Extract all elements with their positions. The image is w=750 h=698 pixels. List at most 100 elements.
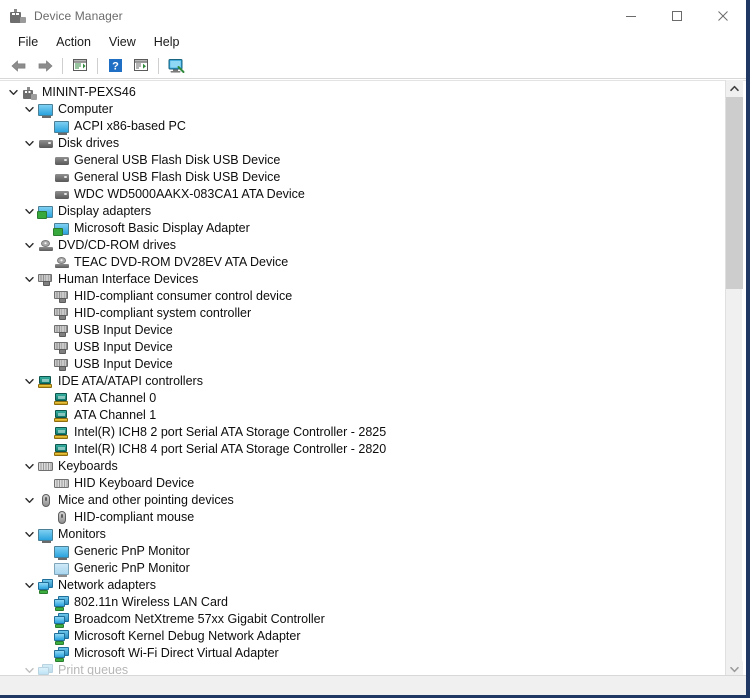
- scan-hardware-button[interactable]: [163, 55, 189, 77]
- close-button[interactable]: [700, 0, 746, 31]
- tree-node-label: Microsoft Basic Display Adapter: [74, 221, 250, 235]
- hid-icon: [53, 305, 70, 322]
- chevron-down-icon[interactable]: [22, 237, 37, 254]
- tree-device-node[interactable]: USB Input Device: [0, 322, 716, 339]
- chevron-down-icon[interactable]: [22, 526, 37, 543]
- tree-root-node[interactable]: MININT-PEXS46: [0, 84, 716, 101]
- tree-category-node[interactable]: Human Interface Devices: [0, 271, 716, 288]
- status-bar: [0, 675, 746, 695]
- disk-drive-icon: [37, 135, 54, 152]
- tree-node-label: Network adapters: [58, 578, 156, 592]
- tree-device-node[interactable]: Microsoft Wi-Fi Direct Virtual Adapter: [0, 645, 716, 662]
- tree-device-node[interactable]: General USB Flash Disk USB Device: [0, 152, 716, 169]
- tree-device-node[interactable]: HID-compliant consumer control device: [0, 288, 716, 305]
- tree-node-label: Intel(R) ICH8 2 port Serial ATA Storage …: [74, 425, 387, 439]
- scrollbar-thumb[interactable]: [726, 97, 743, 289]
- tree-category-node[interactable]: Monitors: [0, 526, 716, 543]
- tree-device-node[interactable]: USB Input Device: [0, 356, 716, 373]
- tree-device-node[interactable]: General USB Flash Disk USB Device: [0, 169, 716, 186]
- hid-icon: [53, 322, 70, 339]
- tree-node-label: General USB Flash Disk USB Device: [74, 170, 281, 184]
- hid-icon: [37, 271, 54, 288]
- dvd-drive-icon: [37, 237, 54, 254]
- chevron-down-icon[interactable]: [22, 373, 37, 390]
- tree-device-node[interactable]: TEAC DVD-ROM DV28EV ATA Device: [0, 254, 716, 271]
- tree-node-label: DVD/CD-ROM drives: [58, 238, 177, 252]
- vertical-scrollbar[interactable]: [725, 80, 743, 678]
- tree-device-node[interactable]: Intel(R) ICH8 4 port Serial ATA Storage …: [0, 441, 716, 458]
- tree-category-node[interactable]: IDE ATA/ATAPI controllers: [0, 373, 716, 390]
- ide-controller-icon: [53, 407, 70, 424]
- tree-device-node[interactable]: ACPI x86-based PC: [0, 118, 716, 135]
- tree-node-label: 802.11n Wireless LAN Card: [74, 595, 229, 609]
- tree-device-node[interactable]: Generic PnP Monitor: [0, 560, 716, 577]
- tree-node-label: Microsoft Wi-Fi Direct Virtual Adapter: [74, 646, 279, 660]
- back-button[interactable]: [6, 55, 32, 77]
- tree-category-node[interactable]: Mice and other pointing devices: [0, 492, 716, 509]
- tree-node-label: USB Input Device: [74, 340, 173, 354]
- tree-category-node[interactable]: Computer: [0, 101, 716, 118]
- chevron-down-icon[interactable]: [22, 577, 37, 594]
- tree-node-label: General USB Flash Disk USB Device: [74, 153, 281, 167]
- tree-device-node[interactable]: HID-compliant mouse: [0, 509, 716, 526]
- tree-node-label: HID-compliant mouse: [74, 510, 195, 524]
- minimize-button[interactable]: [608, 0, 654, 31]
- title-bar: Device Manager: [0, 0, 746, 31]
- tree-node-label: Computer: [58, 102, 113, 116]
- mouse-icon: [53, 509, 70, 526]
- tree-node-label: Monitors: [58, 527, 106, 541]
- tree-category-node[interactable]: Network adapters: [0, 577, 716, 594]
- properties-button[interactable]: [67, 55, 93, 77]
- window-title: Device Manager: [34, 8, 123, 23]
- svg-text:?: ?: [112, 61, 119, 73]
- scrollbar-track[interactable]: [726, 289, 742, 661]
- chevron-down-icon[interactable]: [22, 458, 37, 475]
- tree-device-node[interactable]: ATA Channel 0: [0, 390, 716, 407]
- keyboard-icon: [53, 475, 70, 492]
- mouse-icon: [37, 492, 54, 509]
- menu-item-file[interactable]: File: [9, 33, 47, 52]
- update-driver-button[interactable]: [128, 55, 154, 77]
- tree-device-node[interactable]: USB Input Device: [0, 339, 716, 356]
- toolbar-separator: [62, 57, 63, 74]
- tree-device-node[interactable]: ATA Channel 1: [0, 407, 716, 424]
- dvd-drive-icon: [53, 254, 70, 271]
- chevron-down-icon[interactable]: [22, 135, 37, 152]
- tree-device-node[interactable]: HID Keyboard Device: [0, 475, 716, 492]
- tree-category-node[interactable]: Display adapters: [0, 203, 716, 220]
- chevron-down-icon[interactable]: [6, 84, 21, 101]
- tree-device-node[interactable]: 802.11n Wireless LAN Card: [0, 594, 716, 611]
- menu-item-help[interactable]: Help: [145, 33, 189, 52]
- disk-drive-icon: [53, 152, 70, 169]
- device-tree[interactable]: MININT-PEXS46 Computer ACPI x86-based PC Di…: [0, 84, 716, 678]
- network-adapter-icon: [53, 611, 70, 628]
- hid-icon: [53, 339, 70, 356]
- tree-category-node[interactable]: Disk drives: [0, 135, 716, 152]
- help-button[interactable]: ?: [102, 55, 128, 77]
- tree-device-node[interactable]: HID-compliant system controller: [0, 305, 716, 322]
- chevron-down-icon[interactable]: [22, 492, 37, 509]
- monitor-icon: [53, 543, 70, 560]
- ide-controller-icon: [53, 390, 70, 407]
- chevron-down-icon[interactable]: [22, 271, 37, 288]
- tree-device-node[interactable]: Intel(R) ICH8 2 port Serial ATA Storage …: [0, 424, 716, 441]
- tree-device-node[interactable]: Microsoft Basic Display Adapter: [0, 220, 716, 237]
- tree-device-node[interactable]: Broadcom NetXtreme 57xx Gigabit Controll…: [0, 611, 716, 628]
- scroll-up-icon[interactable]: [726, 80, 743, 97]
- tree-node-label: Generic PnP Monitor: [74, 544, 190, 558]
- forward-button[interactable]: [32, 55, 58, 77]
- tree-category-node[interactable]: DVD/CD-ROM drives: [0, 237, 716, 254]
- chevron-down-icon[interactable]: [22, 203, 37, 220]
- tree-device-node[interactable]: Generic PnP Monitor: [0, 543, 716, 560]
- chevron-down-icon[interactable]: [22, 101, 37, 118]
- menu-item-view[interactable]: View: [100, 33, 145, 52]
- tree-category-node[interactable]: Keyboards: [0, 458, 716, 475]
- menu-item-action[interactable]: Action: [47, 33, 100, 52]
- tree-node-label: Keyboards: [58, 459, 118, 473]
- tree-device-node[interactable]: Microsoft Kernel Debug Network Adapter: [0, 628, 716, 645]
- tree-device-node[interactable]: WDC WD5000AAKX-083CA1 ATA Device: [0, 186, 716, 203]
- maximize-button[interactable]: [654, 0, 700, 31]
- menu-bar: File Action View Help: [0, 31, 746, 53]
- tree-node-label: HID-compliant consumer control device: [74, 289, 293, 303]
- disk-drive-icon: [53, 186, 70, 203]
